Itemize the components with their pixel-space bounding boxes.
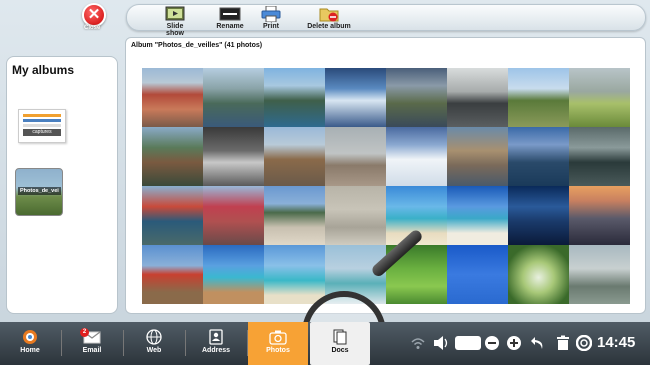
- volume-icon[interactable]: [433, 335, 451, 351]
- close-label: Close: [84, 25, 101, 31]
- album-captures[interactable]: captures: [18, 109, 66, 143]
- print-button[interactable]: Print: [259, 6, 283, 30]
- taskbar-docs[interactable]: Docs: [310, 322, 370, 365]
- photo-thumbnail[interactable]: [447, 68, 508, 127]
- docs-label: Docs: [331, 347, 349, 354]
- photo-thumbnail[interactable]: [447, 245, 508, 304]
- delete-album-label: Delete album: [307, 23, 351, 30]
- clock: 14:45: [597, 334, 636, 351]
- photo-thumbnail[interactable]: [142, 127, 203, 186]
- back-arrow-icon[interactable]: [530, 335, 546, 351]
- photo-thumbnail[interactable]: [447, 127, 508, 186]
- photo-thumbnail[interactable]: [325, 127, 386, 186]
- address-book-icon: [209, 329, 223, 345]
- delete-album-button[interactable]: Delete album: [307, 6, 351, 30]
- address-label: Address: [201, 347, 230, 354]
- photo-thumbnail[interactable]: [386, 127, 447, 186]
- photo-thumbnail[interactable]: [203, 127, 264, 186]
- taskbar-address[interactable]: Address: [186, 322, 246, 365]
- photo-thumbnail[interactable]: [264, 245, 325, 304]
- album-photos-de-veilles[interactable]: Photos_de_vei: [15, 168, 63, 216]
- photo-thumbnail[interactable]: [386, 68, 447, 127]
- photo-thumbnail[interactable]: [569, 127, 630, 186]
- slideshow-label: Slide show: [166, 23, 184, 37]
- photo-thumbnail[interactable]: [447, 186, 508, 245]
- slideshow-button[interactable]: Slide show: [157, 6, 193, 37]
- photo-thumbnail[interactable]: [569, 245, 630, 304]
- albums-panel: My albums captures Photos_de_vei: [6, 56, 118, 314]
- taskbar-home[interactable]: Home: [0, 322, 60, 365]
- thumb-bar: [23, 119, 61, 122]
- photo-thumbnail[interactable]: [203, 245, 264, 304]
- album-captures-label: captures: [23, 129, 61, 136]
- thumb-bar: [23, 114, 61, 117]
- home-label: Home: [20, 347, 40, 354]
- wifi-icon[interactable]: [410, 335, 426, 351]
- rename-icon: [219, 7, 241, 21]
- email-label: Email: [82, 347, 102, 354]
- taskbar-email[interactable]: Email: [62, 322, 122, 365]
- zoom-out-icon[interactable]: [484, 335, 500, 351]
- rename-button[interactable]: Rename: [214, 6, 246, 30]
- email-badge: 2: [80, 328, 89, 337]
- print-label: Print: [263, 23, 279, 30]
- documents-icon: [333, 329, 347, 345]
- photo-thumbnail[interactable]: [569, 186, 630, 245]
- taskbar-web[interactable]: Web: [124, 322, 184, 365]
- trash-icon[interactable]: [555, 335, 571, 351]
- photo-thumbnail[interactable]: [508, 68, 569, 127]
- photo-thumbnail[interactable]: [264, 186, 325, 245]
- slideshow-icon: [165, 6, 185, 21]
- photo-thumbnail[interactable]: [203, 68, 264, 127]
- photo-thumbnail[interactable]: [508, 186, 569, 245]
- delete-folder-icon: [319, 8, 339, 22]
- help-lifebuoy-icon[interactable]: [576, 335, 592, 351]
- web-label: Web: [146, 347, 162, 354]
- taskbar: Home Email 2 Web Address Photos Docs 14:…: [0, 322, 650, 365]
- album-view: Album "Photos_de_veilles" (41 photos): [125, 37, 646, 314]
- taskbar-photos[interactable]: Photos: [248, 322, 308, 365]
- photo-thumbnail[interactable]: [325, 186, 386, 245]
- printer-icon: [261, 6, 281, 22]
- zoom-in-icon[interactable]: [506, 335, 522, 351]
- albums-title: My albums: [12, 63, 75, 77]
- photo-thumbnail[interactable]: [325, 68, 386, 127]
- photo-thumbnail[interactable]: [264, 68, 325, 127]
- photo-thumbnail[interactable]: [508, 127, 569, 186]
- photo-thumbnail[interactable]: [508, 245, 569, 304]
- photo-thumbnail[interactable]: [264, 127, 325, 186]
- home-icon: [23, 330, 37, 344]
- photo-thumbnail[interactable]: [142, 186, 203, 245]
- close-button[interactable]: ✕: [82, 3, 106, 27]
- photo-thumbnail[interactable]: [142, 68, 203, 127]
- rename-label: Rename: [216, 23, 244, 30]
- photo-thumbnail[interactable]: [203, 186, 264, 245]
- photo-thumbnail[interactable]: [569, 68, 630, 127]
- camera-icon: [269, 330, 287, 345]
- globe-icon: [146, 329, 162, 345]
- photo-thumbnail[interactable]: [142, 245, 203, 304]
- album-toolbar: Slide show Rename Print Delete album: [126, 4, 646, 37]
- thumb-bar: [23, 124, 61, 127]
- photos-label: Photos: [266, 347, 290, 354]
- volume-slider[interactable]: [455, 336, 481, 350]
- album-photos-label: Photos_de_vei: [18, 187, 61, 195]
- album-heading: Album "Photos_de_veilles" (41 photos): [131, 42, 263, 49]
